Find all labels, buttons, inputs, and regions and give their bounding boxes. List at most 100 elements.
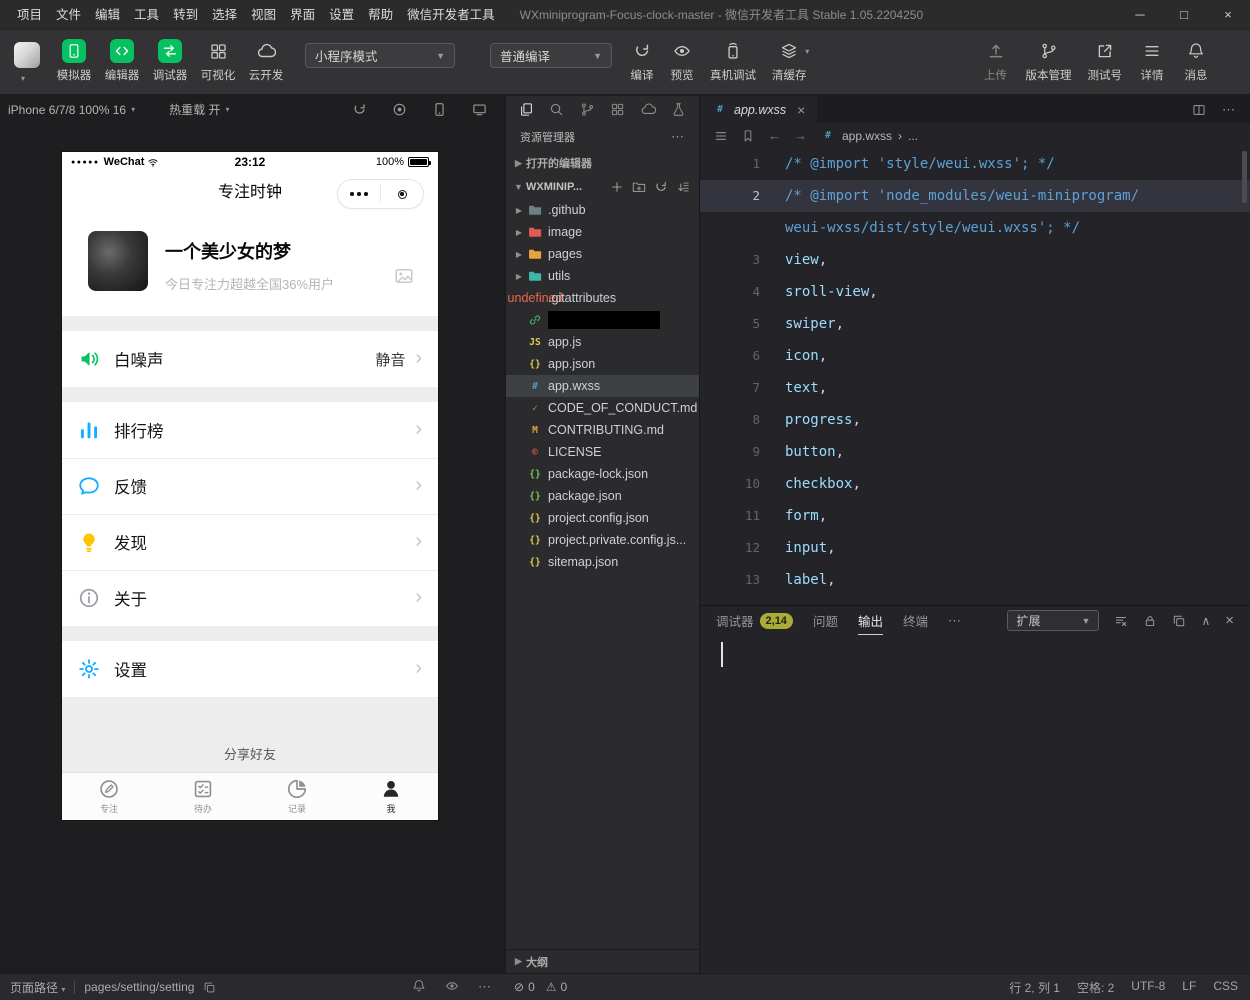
code-line[interactable]: 5swiper,	[700, 308, 1250, 340]
cell-ranking[interactable]: 排行榜›	[62, 402, 438, 458]
code-line[interactable]: 1/* @import 'style/weui.wxss'; */	[700, 148, 1250, 180]
toolbar-details-button[interactable]: 详情	[1130, 30, 1174, 94]
close-tab-icon[interactable]: ×	[797, 102, 805, 118]
new-folder-icon[interactable]	[632, 180, 646, 194]
menu-item[interactable]: 文件	[49, 0, 88, 30]
code-line[interactable]: 2/* @import 'node_modules/weui-miniprogr…	[700, 180, 1250, 212]
editor-tab-app-wxss[interactable]: # app.wxss ×	[700, 96, 817, 123]
mode-select[interactable]: 小程序模式 ▼	[305, 43, 455, 68]
cell-discover[interactable]: 发现›	[62, 514, 438, 570]
code-line[interactable]: 9button,	[700, 436, 1250, 468]
indent-setting[interactable]: 空格: 2	[1077, 979, 1114, 996]
toolbar-version-control-button[interactable]: 版本管理	[1018, 30, 1080, 94]
collapse-all-icon[interactable]	[676, 180, 690, 194]
bookmark-icon[interactable]	[741, 129, 755, 143]
close-panel-icon[interactable]: ×	[1225, 612, 1234, 629]
phone-tab-专注[interactable]: 专注	[62, 773, 156, 820]
tree-file-sitemap.json[interactable]: {}sitemap.json	[506, 551, 699, 573]
profile-section[interactable]: 一个美少女的梦 今日专注力超越全国36%用户	[62, 216, 438, 316]
record-icon[interactable]	[392, 102, 407, 117]
toolbar-compile-button[interactable]: 编译	[622, 30, 662, 94]
phone-tab-待办[interactable]: 待办	[156, 773, 250, 820]
toolbar-remote-debug-button[interactable]: 真机调试	[702, 30, 764, 94]
notifications-icon[interactable]	[412, 979, 426, 993]
back-icon[interactable]: ←	[768, 128, 781, 143]
refresh-icon[interactable]	[654, 180, 668, 194]
more-actions-icon[interactable]: ⋯	[671, 129, 685, 145]
copy-path-icon[interactable]	[203, 981, 216, 994]
minimize-button[interactable]: ─	[1118, 0, 1162, 30]
watch-icon[interactable]	[445, 979, 459, 993]
tree-file-LICENSE[interactable]: ©LICENSE	[506, 441, 699, 463]
tree-file-CODE_OF_CONDUCT.md[interactable]: ✓CODE_OF_CONDUCT.md	[506, 397, 699, 419]
forward-icon[interactable]: →	[794, 128, 807, 143]
toolbar-test-account-button[interactable]: 测试号	[1080, 30, 1131, 94]
compile-mode-select[interactable]: 普通编译 ▼	[490, 43, 612, 68]
encoding-label[interactable]: UTF-8	[1131, 979, 1165, 996]
maximize-button[interactable]: □	[1162, 0, 1206, 30]
copy-output-icon[interactable]	[1172, 614, 1186, 628]
extension-select[interactable]: 扩展 ▼	[1007, 610, 1099, 631]
extensions-icon[interactable]	[610, 102, 625, 117]
toolbar-preview-button[interactable]: 预览	[662, 30, 702, 94]
cell-feedback[interactable]: 反馈›	[62, 458, 438, 514]
menu-item[interactable]: 编辑	[88, 0, 127, 30]
code-line[interactable]: 3view,	[700, 244, 1250, 276]
hot-reload-toggle[interactable]: 热重载 开 ▾	[169, 101, 229, 118]
toolbar-upload-button[interactable]: 上传	[974, 30, 1018, 94]
menu-item[interactable]: 转到	[166, 0, 205, 30]
problems-summary[interactable]: ⊘0 ⚠0	[514, 980, 567, 994]
debug-tab-terminal[interactable]: 终端	[903, 606, 928, 635]
tree-folder-.github[interactable]: ▶.github	[506, 199, 699, 221]
cell-settings[interactable]: 设置›	[62, 641, 438, 697]
code-line[interactable]: 10checkbox,	[700, 468, 1250, 500]
menu-item[interactable]: 项目	[10, 0, 49, 30]
tree-file-redacted[interactable]	[506, 309, 699, 331]
menu-item[interactable]: 视图	[244, 0, 283, 30]
toolbar-editor-button[interactable]: 编辑器	[98, 30, 146, 94]
eol-label[interactable]: LF	[1182, 979, 1196, 996]
files-icon[interactable]	[519, 102, 534, 117]
code-line[interactable]: 12input,	[700, 532, 1250, 564]
clear-output-icon[interactable]	[1114, 614, 1128, 628]
tree-file-package.json[interactable]: {}package.json	[506, 485, 699, 507]
split-editor-icon[interactable]	[1192, 103, 1206, 117]
new-file-icon[interactable]	[610, 180, 624, 194]
tree-file-project.private.config.js...[interactable]: {}project.private.config.js...	[506, 529, 699, 551]
outline-section[interactable]: ▶ 大纲	[506, 949, 699, 973]
tree-file-.gitattributes[interactable]: undefined.gitattributes	[506, 287, 699, 309]
cell-white-noise[interactable]: 白噪声静音›	[62, 331, 438, 387]
tree-file-project.config.json[interactable]: {}project.config.json	[506, 507, 699, 529]
tree-file-app.json[interactable]: {}app.json	[506, 353, 699, 375]
debug-output[interactable]	[700, 635, 1250, 973]
language-label[interactable]: CSS	[1213, 979, 1238, 996]
project-section[interactable]: ▼ WXMINIP...	[506, 175, 699, 199]
menu-item[interactable]: 帮助	[361, 0, 400, 30]
tree-file-CONTRIBUTING.md[interactable]: MCONTRIBUTING.md	[506, 419, 699, 441]
tree-folder-utils[interactable]: ▶utils	[506, 265, 699, 287]
tests-icon[interactable]	[671, 102, 686, 117]
cell-about[interactable]: 关于›	[62, 570, 438, 626]
tree-file-package-lock.json[interactable]: {}package-lock.json	[506, 463, 699, 485]
more-tabs-icon[interactable]: ⋯	[948, 613, 962, 629]
more-icon[interactable]: ⋯	[478, 979, 492, 995]
phone-icon[interactable]	[432, 102, 447, 117]
breadcrumb-path[interactable]: # app.wxss › ...	[820, 129, 918, 143]
source-control-icon[interactable]	[580, 102, 595, 117]
code-line[interactable]: 7text,	[700, 372, 1250, 404]
tree-folder-pages[interactable]: ▶pages	[506, 243, 699, 265]
cloud-icon[interactable]	[641, 102, 656, 117]
menu-item[interactable]: 微信开发者工具	[400, 0, 502, 30]
debug-tab-output[interactable]: 输出	[858, 606, 883, 635]
cursor-position[interactable]: 行 2, 列 1	[1009, 979, 1060, 996]
screen-cast-icon[interactable]	[472, 102, 487, 117]
code-line[interactable]: 6icon,	[700, 340, 1250, 372]
menu-item[interactable]: 设置	[322, 0, 361, 30]
lock-scroll-icon[interactable]	[1143, 614, 1157, 628]
code-editor[interactable]: 1/* @import 'style/weui.wxss'; */2/* @im…	[700, 148, 1250, 605]
toolbar-debugger-button[interactable]: 调试器	[146, 30, 194, 94]
menu-item[interactable]: 工具	[127, 0, 166, 30]
tree-file-app.wxss[interactable]: #app.wxss	[506, 375, 699, 397]
debug-tab-problems[interactable]: 问题	[813, 606, 838, 635]
menu-item[interactable]: 界面	[283, 0, 322, 30]
